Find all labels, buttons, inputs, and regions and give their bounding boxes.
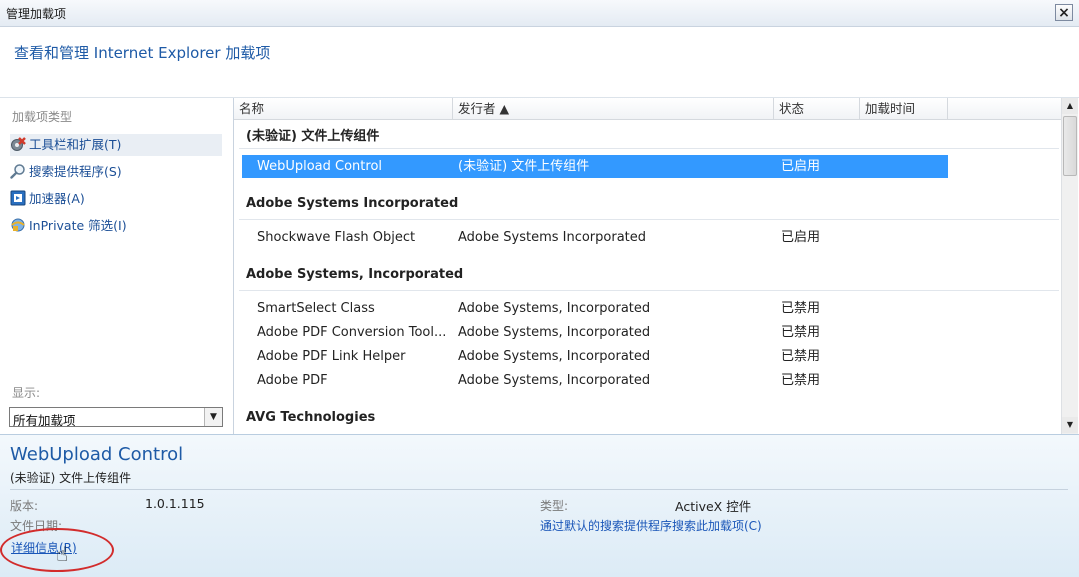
show-select[interactable]: 所有加载项 ▼: [9, 407, 223, 428]
category-label: InPrivate 筛选(I): [29, 218, 127, 233]
type-label: 类型:: [540, 499, 569, 513]
category-accelerators[interactable]: 加速器(A): [10, 188, 222, 210]
row-publisher: Adobe Systems Incorporated: [458, 230, 647, 245]
group-divider: [239, 290, 1059, 291]
search-icon: [10, 164, 25, 179]
addon-list: 名称 发行者 ▲ 状态 加载时间 (未验证) 文件上传组件 WebUpload …: [233, 98, 1062, 434]
column-header-publisher[interactable]: 发行者 ▲: [453, 98, 774, 120]
category-label: 搜索提供程序(S): [29, 164, 122, 179]
group-divider: [239, 148, 1059, 149]
column-header-name[interactable]: 名称: [234, 98, 453, 120]
column-header-load-time[interactable]: 加载时间: [860, 98, 948, 120]
table-row[interactable]: Adobe PDF Link Helper Adobe Systems, Inc…: [234, 345, 1062, 368]
version-label: 版本:: [10, 499, 39, 513]
accelerator-icon: [10, 190, 26, 206]
file-date-label: 文件日期:: [10, 519, 63, 533]
row-status: 已禁用: [781, 373, 821, 388]
row-publisher: Adobe Systems, Incorporated: [458, 373, 651, 388]
scroll-thumb[interactable]: [1063, 116, 1077, 176]
row-publisher: Adobe Systems, Incorporated: [458, 325, 651, 340]
list-scrollbar[interactable]: ▲ ▼: [1061, 98, 1078, 434]
scroll-up-icon[interactable]: ▲: [1062, 98, 1078, 114]
column-header-empty: [948, 98, 1062, 120]
row-name: SmartSelect Class: [257, 301, 375, 316]
group-divider: [239, 219, 1059, 220]
chevron-down-icon[interactable]: ▼: [204, 408, 222, 426]
category-label: 加速器(A): [29, 191, 85, 206]
row-name: Adobe PDF Conversion Tool...: [257, 325, 447, 340]
show-select-value: 所有加载项: [13, 413, 76, 428]
table-row[interactable]: Shockwave Flash Object Adobe Systems Inc…: [234, 226, 1062, 249]
table-row[interactable]: WebUpload Control (未验证) 文件上传组件 已启用: [234, 155, 1062, 178]
row-name: Adobe PDF: [257, 373, 328, 388]
details-divider: [10, 489, 1068, 490]
details-pane: WebUpload Control (未验证) 文件上传组件 版本: 1.0.1…: [0, 434, 1079, 577]
scroll-down-icon[interactable]: ▼: [1062, 417, 1078, 433]
table-row[interactable]: Adobe PDF Conversion Tool... Adobe Syste…: [234, 321, 1062, 344]
row-status: 已启用: [781, 230, 821, 245]
close-button[interactable]: ×: [1055, 4, 1073, 21]
type-value: ActiveX 控件: [675, 499, 752, 514]
toolbar-icon: [11, 137, 26, 151]
title-bar: 管理加载项 ×: [0, 0, 1079, 27]
row-publisher: (未验证) 文件上传组件: [458, 159, 590, 174]
search-addon-link[interactable]: 通过默认的搜索提供程序搜索此加载项(C): [540, 517, 762, 534]
group-header: AVG Technologies: [246, 410, 376, 425]
group-header: (未验证) 文件上传组件: [246, 129, 380, 144]
category-label: 工具栏和扩展(T): [29, 137, 122, 152]
window-title: 管理加载项: [6, 7, 67, 21]
row-publisher: Adobe Systems, Incorporated: [458, 349, 651, 364]
category-search-providers[interactable]: 搜索提供程序(S): [10, 161, 222, 183]
details-publisher: (未验证) 文件上传组件: [10, 471, 132, 485]
row-name: WebUpload Control: [257, 159, 383, 174]
addon-types-label: 加载项类型: [12, 110, 73, 124]
row-name: Adobe PDF Link Helper: [257, 349, 406, 364]
group-header: Adobe Systems, Incorporated: [246, 267, 464, 282]
row-name: Shockwave Flash Object: [257, 230, 416, 245]
details-addon-name: WebUpload Control: [10, 444, 184, 465]
inprivate-icon: [11, 218, 25, 232]
more-info-link[interactable]: 详细信息(R): [11, 539, 77, 556]
row-status: 已禁用: [781, 325, 821, 340]
show-label: 显示:: [12, 386, 41, 400]
group-header: Adobe Systems Incorporated: [246, 196, 459, 211]
table-row[interactable]: SmartSelect Class Adobe Systems, Incorpo…: [234, 297, 1062, 320]
header: 查看和管理 Internet Explorer 加载项: [0, 27, 1079, 98]
table-row[interactable]: Adobe PDF Adobe Systems, Incorporated 已禁…: [234, 369, 1062, 392]
row-publisher: Adobe Systems, Incorporated: [458, 301, 651, 316]
category-inprivate-filtering[interactable]: InPrivate 筛选(I): [10, 215, 222, 237]
row-status: 已禁用: [781, 301, 821, 316]
version-value: 1.0.1.115: [145, 496, 205, 511]
row-status: 已启用: [781, 159, 821, 174]
column-header-status[interactable]: 状态: [774, 98, 860, 120]
row-status: 已禁用: [781, 349, 821, 364]
page-heading: 查看和管理 Internet Explorer 加载项: [14, 44, 271, 62]
addon-types-panel: 加载项类型 工具栏和扩展(T) 搜索提供程序(S) 加速器(A) InPriva…: [0, 98, 232, 434]
category-toolbars-extensions[interactable]: 工具栏和扩展(T): [10, 134, 222, 156]
